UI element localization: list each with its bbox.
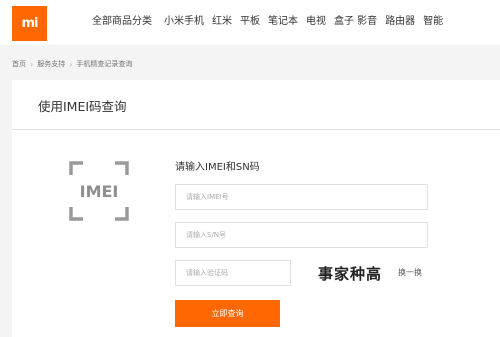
nav-box-audio[interactable]: 盒子 影音 [334,12,377,32]
breadcrumb-service-support[interactable]: 服务支持 [37,59,65,69]
imei-input[interactable] [175,184,428,210]
imei-query-panel: 使用IMEI码查询 IMEI 请输入IMEI和SN码 事家种高 换一换 立即查询 [12,80,500,337]
refresh-captcha-link[interactable]: 换一换 [398,267,422,278]
query-now-button[interactable]: 立即查询 [175,300,280,327]
nav-all-categories[interactable]: 全部商品分类 [92,12,152,32]
nav-tablet[interactable]: 平板 [240,12,260,32]
chevron-right-icon: › [69,59,73,69]
main-nav: 全部商品分类 小米手机 红米 平板 笔记本 电视 盒子 影音 路由器 智能 [92,12,451,32]
chevron-right-icon: › [30,59,34,69]
nav-laptop[interactable]: 笔记本 [268,12,298,32]
nav-redmi[interactable]: 红米 [212,12,232,32]
captcha-text: 事家种高 [318,265,382,283]
nav-smart[interactable]: 智能 [423,12,443,32]
sn-input[interactable] [175,222,428,248]
captcha-image[interactable]: 事家种高 [305,262,395,284]
top-header: mi 全部商品分类 小米手机 红米 平板 笔记本 电视 盒子 影音 路由器 智能 [0,0,500,45]
page-title: 使用IMEI码查询 [38,99,127,114]
imei-icon-label: IMEI [80,182,119,201]
imei-scan-icon: IMEI [69,161,129,221]
title-divider [12,129,500,130]
breadcrumb-current: 手机精查记录查询 [76,60,133,68]
nav-router[interactable]: 路由器 [385,12,415,32]
nav-tv[interactable]: 电视 [306,12,326,32]
breadcrumb-home[interactable]: 首页 [12,59,26,69]
breadcrumb: 首页 › 服务支持 › 手机精查记录查询 [12,57,132,71]
captcha-input[interactable] [175,260,291,286]
mi-logo[interactable]: mi [12,6,47,41]
nav-xiaomi-phone[interactable]: 小米手机 [164,12,204,32]
form-heading: 请输入IMEI和SN码 [175,162,260,173]
